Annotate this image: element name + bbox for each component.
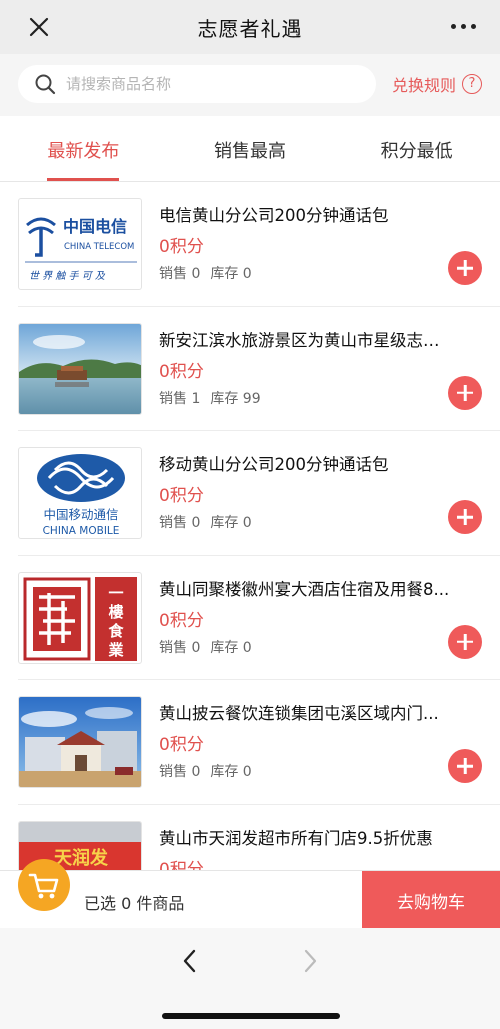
stock-count: 库存 0 (210, 764, 252, 780)
product-name: 黄山披云餐饮连锁集团屯溪区域内门... (159, 704, 439, 723)
stock-count: 库存 0 (210, 515, 252, 531)
top-bar: 志愿者礼遇 (0, 0, 500, 54)
search-box[interactable] (18, 65, 376, 103)
hotel-building-photo (18, 696, 142, 788)
search-row: 兑换规则 ? (0, 54, 500, 116)
close-icon[interactable] (24, 12, 54, 42)
product-name: 黄山同聚楼徽州宴大酒店住宿及用餐8... (159, 579, 450, 599)
product-meta: 销售 0 库存 0 (159, 512, 262, 532)
mobile-cn-text: 中国移动通信 (43, 507, 118, 522)
browser-nav-bar (0, 928, 500, 1029)
svg-text:業: 業 (107, 641, 124, 659)
add-button[interactable] (448, 251, 482, 285)
product-meta: 销售 0 库存 0 (159, 637, 262, 657)
product-meta: 销售 0 库存 0 (159, 263, 262, 283)
home-indicator (162, 1013, 340, 1019)
sales-count: 销售 0 (159, 639, 201, 656)
product-meta: 销售 0 库存 0 (159, 761, 262, 781)
china-telecom-logo: 中国电信 CHINA TELECOM 世 界 触 手 可 及 (18, 198, 142, 290)
svg-text:一: 一 (108, 584, 123, 602)
product-name: 移动黄山分公司200分钟通话包 (159, 455, 389, 474)
stock-count: 库存 0 (210, 639, 252, 656)
cart-button[interactable] (18, 859, 70, 911)
back-arrow-icon[interactable] (180, 948, 200, 974)
page-title: 志愿者礼遇 (197, 16, 303, 41)
tab-top-sales[interactable]: 销售最高 (167, 116, 334, 181)
mobile-en-text: CHINA MOBILE (43, 525, 120, 537)
product-points: 0积分 (159, 859, 204, 871)
svg-text:食: 食 (108, 622, 124, 640)
list-item[interactable]: 天润发 黄山市天润发超市所有门店9.5折优惠 0积分 (18, 805, 500, 871)
restaurant-seal-logo: 一 樓 食 業 (18, 571, 142, 664)
telecom-slogan-text: 世 界 触 手 可 及 (29, 270, 106, 282)
go-to-cart-button[interactable]: 去购物车 (362, 871, 500, 929)
stock-count: 库存 99 (210, 390, 261, 407)
river-landscape-photo (18, 322, 142, 415)
more-dots-icon[interactable] (451, 24, 476, 29)
add-button[interactable] (448, 500, 482, 534)
exchange-rules-label: 兑换规则 (391, 76, 456, 95)
product-name: 新安江滨水旅游景区为黄山市星级志… (159, 330, 440, 350)
cart-icon (28, 873, 59, 899)
list-item[interactable]: 中国移动通信 CHINA MOBILE 移动黄山分公司200分钟通话包 0积分 … (18, 431, 500, 556)
tab-latest[interactable]: 最新发布 (0, 116, 167, 181)
search-input[interactable] (66, 75, 346, 93)
sort-tabs: 最新发布 销售最高 积分最低 (0, 116, 500, 182)
selected-count-text: 已选 0 件商品 (84, 894, 185, 913)
china-mobile-logo: 中国移动通信 CHINA MOBILE (18, 447, 142, 539)
product-points: 0积分 (159, 735, 204, 755)
sales-count: 销售 1 (159, 390, 201, 407)
cart-bar: 已选 0 件商品 去购物车 (0, 859, 500, 929)
telecom-en-text: CHINA TELECOM (64, 242, 134, 252)
product-points: 0积分 (159, 486, 204, 506)
forward-arrow-icon[interactable] (300, 948, 320, 974)
tab-lowest-points[interactable]: 积分最低 (333, 116, 500, 181)
product-points: 0积分 (159, 610, 204, 631)
product-points: 0积分 (159, 237, 204, 257)
svg-text:樓: 樓 (108, 603, 123, 621)
sales-count: 销售 0 (159, 764, 201, 780)
add-button[interactable] (448, 375, 482, 410)
add-button[interactable] (448, 749, 482, 783)
product-list: 中国电信 CHINA TELECOM 世 界 触 手 可 及 电信黄山分公司20… (0, 182, 500, 870)
list-item[interactable]: 中国电信 CHINA TELECOM 世 界 触 手 可 及 电信黄山分公司20… (18, 182, 500, 307)
list-item[interactable]: 新安江滨水旅游景区为黄山市星级志… 0积分 销售 1 库存 99 (18, 307, 500, 431)
sales-count: 销售 0 (159, 515, 201, 531)
add-button[interactable] (448, 624, 482, 659)
list-item[interactable]: 黄山披云餐饮连锁集团屯溪区域内门... 0积分 销售 0 库存 0 (18, 680, 500, 805)
exchange-rules-link[interactable]: 兑换规则 ? (392, 72, 482, 96)
product-points: 0积分 (159, 361, 204, 382)
product-name: 黄山市天润发超市所有门店9.5折优惠 (159, 828, 433, 848)
sales-count: 销售 0 (159, 266, 201, 282)
list-item[interactable]: 一 樓 食 業 黄山同聚楼徽州宴大酒店住宿及用餐8... 0积分 销售 0 库存 … (18, 556, 500, 680)
search-icon (35, 74, 56, 95)
product-name: 电信黄山分公司200分钟通话包 (159, 206, 389, 225)
product-meta: 销售 1 库存 99 (159, 388, 271, 408)
stock-count: 库存 0 (210, 266, 252, 282)
question-icon: ? (462, 74, 482, 94)
telecom-cn-text: 中国电信 (63, 217, 127, 236)
